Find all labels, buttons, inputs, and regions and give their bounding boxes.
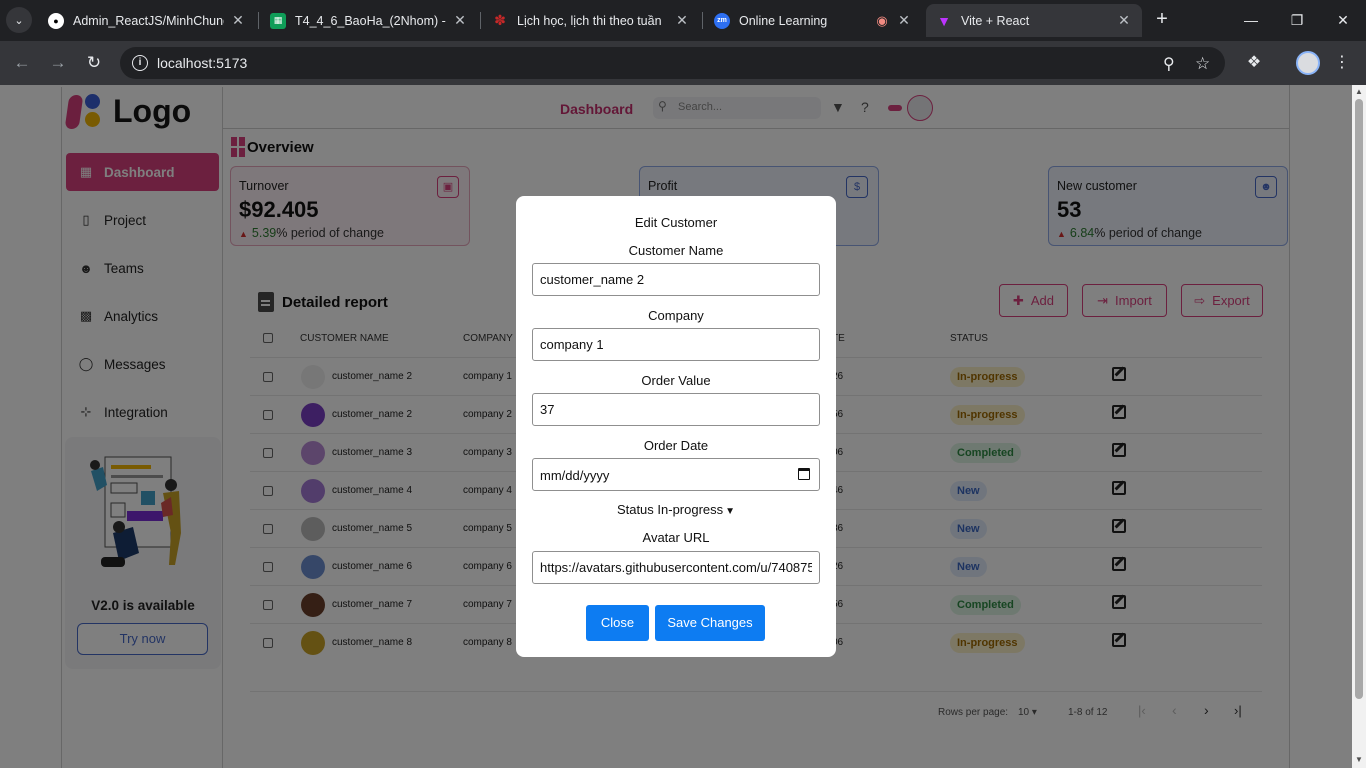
tab-close-icon[interactable]: ✕ xyxy=(1116,12,1132,29)
tab-label: Admin_ReactJS/MinhChung/ xyxy=(73,13,224,28)
window-close-icon[interactable]: ✕ xyxy=(1331,8,1355,32)
order-date-field[interactable]: mm/dd/yyyy xyxy=(532,458,820,491)
tab-divider xyxy=(258,12,259,29)
close-button[interactable]: Close xyxy=(586,605,649,641)
forward-arrow-icon[interactable]: → xyxy=(46,51,70,75)
calendar-icon[interactable] xyxy=(798,468,810,480)
chevron-down-icon: ▼ xyxy=(725,506,736,517)
minimize-icon[interactable]: — xyxy=(1239,8,1263,32)
zoom-magnifier-icon[interactable]: ⚲ xyxy=(1163,54,1175,74)
customer-name-label: Customer Name xyxy=(628,243,724,258)
order-value-field[interactable] xyxy=(532,393,820,426)
status-select[interactable]: Status In-progress ▼ xyxy=(516,502,836,517)
tab-label: Vite + React xyxy=(961,13,1030,28)
url-text[interactable]: localhost:5173 xyxy=(157,55,247,71)
profile-avatar[interactable] xyxy=(1296,51,1320,75)
github-icon: ● xyxy=(48,12,64,29)
tab-close-icon[interactable]: ✕ xyxy=(674,12,690,29)
browser-tab-3[interactable]: ✽ Lịch học, lịch thi theo tuần ✕ xyxy=(482,4,700,37)
tab-label: Online Learning xyxy=(739,13,828,28)
scroll-down-icon[interactable]: ▼ xyxy=(1354,755,1364,764)
tab-close-icon[interactable]: ✕ xyxy=(230,12,246,29)
browser-tab-2[interactable]: ▦ T4_4_6_BaoHa_(2Nhom) - Go ✕ xyxy=(260,4,478,37)
reload-icon[interactable]: ↻ xyxy=(82,51,106,75)
school-icon: ✽ xyxy=(494,12,506,28)
modal-title: Edit Customer xyxy=(634,215,718,230)
browser-tab-4[interactable]: zm Online Learning ◉ ✕ xyxy=(704,4,922,37)
browser-toolbar: ← → ↻ i localhost:5173 ⚲ ☆ ❖ ⋮ xyxy=(0,41,1366,85)
customer-name-field[interactable] xyxy=(532,263,820,296)
bookmark-star-icon[interactable]: ☆ xyxy=(1195,54,1210,74)
extensions-icon[interactable]: ❖ xyxy=(1242,51,1266,75)
status-select-text: Status In-progress xyxy=(616,502,724,517)
browser-tab-5-active[interactable]: ▼ Vite + React ✕ xyxy=(926,4,1142,37)
tab-label: Lịch học, lịch thi theo tuần xyxy=(517,13,662,28)
company-field[interactable] xyxy=(532,328,820,361)
avatar-url-field[interactable] xyxy=(532,551,820,584)
new-tab-plus-icon[interactable]: + xyxy=(1150,8,1174,32)
tab-close-icon[interactable]: ✕ xyxy=(896,12,912,29)
back-arrow-icon[interactable]: ← xyxy=(10,51,34,75)
site-info-icon[interactable]: i xyxy=(132,55,148,71)
address-bar[interactable]: i localhost:5173 ⚲ ☆ xyxy=(120,47,1225,79)
sheets-icon: ▦ xyxy=(270,12,286,29)
tab-label: T4_4_6_BaoHa_(2Nhom) - Go xyxy=(295,13,446,28)
page-scrollbar[interactable]: ▲ ▼ xyxy=(1352,85,1366,768)
order-value-label: Order Value xyxy=(641,373,711,388)
tab-divider xyxy=(702,12,703,29)
scrollbar-thumb[interactable] xyxy=(1355,99,1363,699)
restore-icon[interactable]: ❐ xyxy=(1285,8,1309,32)
recording-icon: ◉ xyxy=(876,12,888,28)
zoom-icon: zm xyxy=(714,12,730,29)
tab-search-chevron-icon[interactable]: ⌄ xyxy=(6,7,32,33)
tab-close-icon[interactable]: ✕ xyxy=(452,12,468,29)
edit-customer-modal: Edit Customer Customer Name Company Orde… xyxy=(516,196,836,657)
browser-menu-icon[interactable]: ⋮ xyxy=(1330,51,1354,75)
browser-tab-1[interactable]: ● Admin_ReactJS/MinhChung/ ✕ xyxy=(38,4,256,37)
save-changes-button[interactable]: Save Changes xyxy=(655,605,765,641)
scroll-up-icon[interactable]: ▲ xyxy=(1354,87,1364,96)
order-date-placeholder: mm/dd/yyyy xyxy=(540,468,610,483)
browser-tab-strip: ⌄ ● Admin_ReactJS/MinhChung/ ✕ ▦ T4_4_6_… xyxy=(0,0,1366,41)
vite-icon: ▼ xyxy=(937,12,951,29)
company-label: Company xyxy=(648,308,704,323)
order-date-label: Order Date xyxy=(643,438,709,453)
tab-divider xyxy=(480,12,481,29)
avatar-url-label: Avatar URL xyxy=(642,530,710,545)
